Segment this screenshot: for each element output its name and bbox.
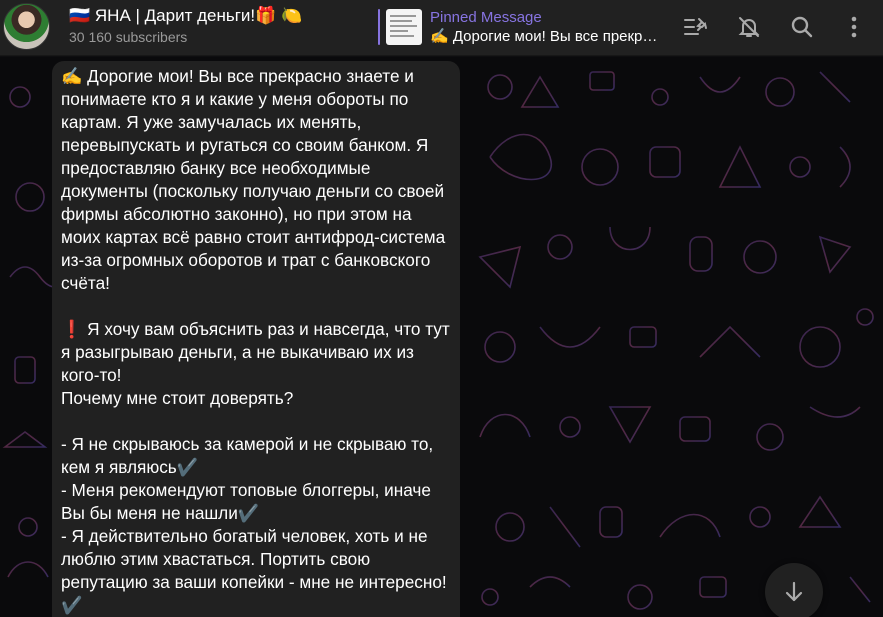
- more-button[interactable]: [836, 9, 872, 45]
- pinned-label: Pinned Message: [430, 8, 542, 26]
- channel-info[interactable]: 🇷🇺 ЯНА | Дарит деньги!🎁 🍋 30 160 subscri…: [69, 6, 369, 46]
- more-vertical-icon: [851, 16, 857, 38]
- search-button[interactable]: [784, 9, 820, 45]
- message-text: ✍️ Дорогие мои! Вы все прекрасно знаете …: [61, 66, 450, 615]
- pinned-list-icon: [684, 18, 707, 35]
- pinned-thumbnail: [386, 9, 422, 45]
- pinned-message-bar[interactable]: Pinned Message ✍️ Дорогие мои! Вы все пр…: [378, 7, 668, 47]
- subscriber-count: 30 160 subscribers: [69, 29, 188, 45]
- channel-avatar[interactable]: [3, 3, 50, 50]
- mute-button[interactable]: [731, 9, 767, 45]
- telegram-window: 🇷🇺 ЯНА | Дарит деньги!🎁 🍋 30 160 subscri…: [0, 0, 883, 617]
- mute-bell-icon: [738, 17, 760, 37]
- message-bubble[interactable]: ✍️ Дорогие мои! Вы все прекрасно знаете …: [52, 61, 460, 617]
- channel-title: 🇷🇺 ЯНА | Дарит деньги!🎁 🍋: [69, 6, 303, 25]
- arrow-down-icon: [785, 581, 803, 602]
- chat-header: 🇷🇺 ЯНА | Дарит деньги!🎁 🍋 30 160 subscri…: [0, 0, 883, 56]
- search-icon: [791, 16, 813, 38]
- pinned-list-button[interactable]: [678, 9, 714, 45]
- pinned-indicator: [378, 9, 380, 45]
- pinned-text: ✍️ Дорогие мои! Вы все прекрасно знаете.…: [430, 27, 660, 45]
- scroll-down-button[interactable]: [765, 563, 823, 617]
